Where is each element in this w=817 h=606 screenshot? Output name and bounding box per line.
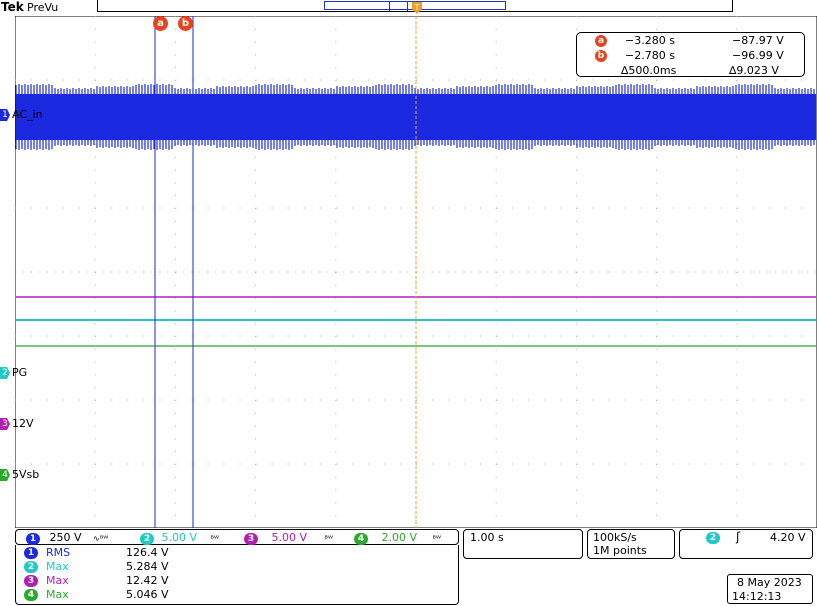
overview-cursor-b: [407, 2, 408, 11]
top-bar: Tek PreVu: [0, 0, 817, 15]
meas-3-value: 12.42 V: [126, 574, 169, 587]
ch1-ground-marker-icon: 1: [0, 109, 10, 121]
time-per-div: 1.00 s: [470, 531, 504, 544]
waveform-display[interactable]: [15, 16, 817, 528]
overview-cursor-a: [389, 2, 390, 11]
trigger-panel[interactable]: 2 ʃ 4.20 V: [679, 529, 813, 559]
datetime-panel: 8 May 2023 14:12:13: [727, 574, 813, 604]
ch1-label: AC_in: [12, 108, 43, 121]
cursor-a-time: −3.280 s: [625, 34, 675, 47]
meas-4-channel-badge: 4: [24, 589, 38, 601]
ch2-label: PG: [12, 366, 28, 379]
ch1-badge: 1: [26, 533, 40, 545]
meas-2-value: 5.284 V: [126, 560, 169, 573]
trigger-source-badge: 2: [706, 532, 720, 544]
cursor-a-marker[interactable]: a: [153, 16, 168, 31]
ch2-badge: 2: [140, 533, 154, 545]
brand-logo: Tek: [1, 0, 24, 14]
measurement-row: 4 Max 5.046 V: [20, 588, 460, 602]
meas-1-value: 126.4 V: [126, 546, 169, 559]
cursor-a-badge: a: [595, 35, 607, 47]
horizontal-scale-panel[interactable]: 1.00 s: [463, 529, 583, 559]
ch4-ground-marker-icon: 4: [0, 469, 10, 481]
cursor-a-readout: a −3.280 s −87.97 V: [577, 34, 806, 49]
time: 14:12:13: [732, 590, 782, 603]
bandwidth-icon: ᴮᵂ: [210, 534, 219, 543]
ch4-badge: 4: [354, 533, 368, 545]
bandwidth-icon: ᴮᵂ: [432, 534, 441, 543]
trigger-level: 4.20 V: [770, 531, 806, 544]
measurement-row: 1 RMS 126.4 V: [20, 546, 460, 560]
trigger-position-icon[interactable]: T: [412, 0, 422, 16]
ch1-reference-marker[interactable]: 1 AC_in: [0, 108, 43, 122]
acquisition-mode-label: PreVu: [27, 1, 59, 14]
ch2-ground-marker-icon: 2: [0, 367, 10, 379]
ch3-badge: 3: [244, 533, 258, 545]
ch3-vertical[interactable]: 3 5.00 V ᴮᵂ: [244, 531, 333, 545]
cursor-delta-time: ∆500.0ms: [621, 64, 677, 77]
cursor-b-voltage: −96.99 V: [732, 49, 784, 62]
sample-rate: 100kS/s: [593, 531, 637, 544]
ch4-vertical[interactable]: 4 2.00 V ᴮᵂ: [354, 531, 441, 545]
record-length: 1M points: [593, 544, 647, 557]
rising-edge-icon: ʃ: [736, 530, 741, 544]
ch3-scale: 5.00 V: [271, 531, 308, 544]
ch4-scale: 2.00 V: [381, 531, 418, 544]
cursor-delta-voltage: ∆9.023 V: [729, 64, 779, 77]
cursor-delta-readout: ∆500.0ms ∆9.023 V: [577, 64, 806, 79]
cursor-b-badge: b: [595, 50, 607, 62]
measurements-panel: 1 RMS 126.4 V 2 Max 5.284 V 3 Max 12.42 …: [15, 545, 459, 605]
acquisition-panel[interactable]: 100kS/s 1M points: [587, 529, 675, 559]
ch2-scale: 5.00 V: [161, 531, 198, 544]
cursor-b-readout: b −2.780 s −96.99 V: [577, 49, 806, 64]
meas-1-channel-badge: 1: [24, 547, 38, 559]
ch1-vertical[interactable]: 1 250 V ∿ᴮᵂ: [26, 531, 108, 545]
ch2-reference-marker[interactable]: 2 PG: [0, 366, 27, 380]
ch1-scale: 250 V: [49, 531, 82, 544]
ch4-reference-marker[interactable]: 4 5Vsb: [0, 468, 39, 482]
ch3-reference-marker[interactable]: 3 12V: [0, 417, 34, 431]
cursor-b-marker[interactable]: b: [178, 16, 193, 31]
bandwidth-icon: ᴮᵂ: [324, 534, 333, 543]
meas-4-name: Max: [46, 588, 69, 601]
meas-3-channel-badge: 3: [24, 575, 38, 587]
vertical-settings-bar[interactable]: 1 250 V ∿ᴮᵂ 2 5.00 V ᴮᵂ 3 5.00 V ᴮᵂ 4 2.…: [15, 529, 459, 545]
meas-2-channel-badge: 2: [24, 561, 38, 573]
cursor-a-voltage: −87.97 V: [732, 34, 784, 47]
ac-coupling-icon: ∿ᴮᵂ: [93, 534, 109, 543]
meas-3-name: Max: [46, 574, 69, 587]
cursor-readout-panel: a −3.280 s −87.97 V b −2.780 s −96.99 V …: [576, 32, 805, 77]
measurement-row: 2 Max 5.284 V: [20, 560, 460, 574]
ch3-label: 12V: [12, 417, 34, 430]
ch4-label: 5Vsb: [12, 468, 40, 481]
meas-4-value: 5.046 V: [126, 588, 169, 601]
ch3-ground-marker-icon: 3: [0, 418, 10, 430]
svg-text:T: T: [414, 3, 420, 12]
date: 8 May 2023: [737, 576, 802, 589]
meas-1-name: RMS: [46, 546, 71, 559]
cursor-b-time: −2.780 s: [625, 49, 675, 62]
ch2-vertical[interactable]: 2 5.00 V ᴮᵂ: [140, 531, 219, 545]
meas-2-name: Max: [46, 560, 69, 573]
measurement-row: 3 Max 12.42 V: [20, 574, 460, 588]
